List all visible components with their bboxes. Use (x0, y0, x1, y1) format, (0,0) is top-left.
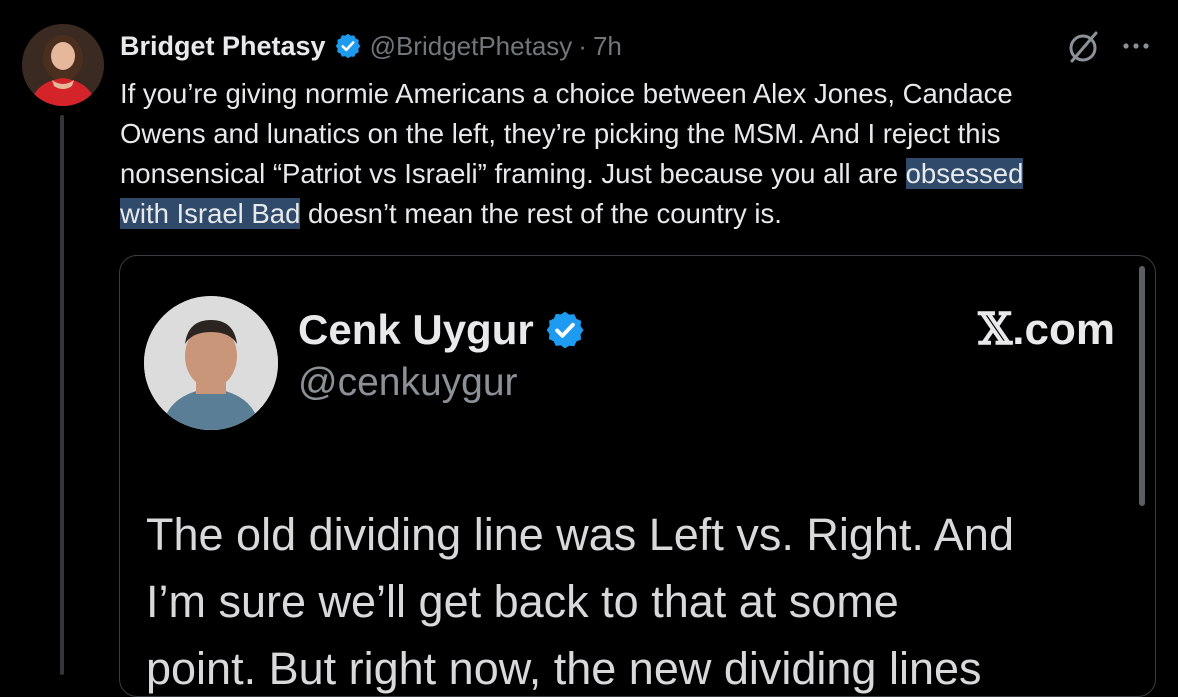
text-segment: Owens and lunatics on the left, they’re … (120, 118, 1001, 149)
tweet-header: Bridget Phetasy @BridgetPhetasy · 7h (120, 28, 622, 64)
timestamp[interactable]: 7h (593, 31, 622, 62)
handle[interactable]: @BridgetPhetasy (370, 31, 573, 62)
site-suffix: .com (1012, 305, 1115, 354)
avatar-image (22, 24, 104, 106)
verified-badge-icon (335, 33, 360, 59)
scrollbar[interactable] (1139, 266, 1145, 506)
tweet-text-line: with Israel Bad doesn’t mean the rest of… (120, 194, 1160, 234)
display-name[interactable]: Bridget Phetasy (120, 31, 326, 62)
thread-line (60, 115, 64, 675)
quote-body-line: point. But right now, the new dividing l… (146, 643, 982, 694)
more-icon[interactable] (1118, 32, 1154, 60)
text-segment: doesn’t mean the rest of the country is. (300, 198, 782, 229)
selected-text: obsessed (905, 158, 1024, 189)
quote-body-line: I’m sure we’ll get back to that at some (146, 576, 899, 627)
quoted-tweet-image[interactable]: Cenk Uygur @cenkuygur 𝕏.com The old divi… (119, 255, 1156, 697)
x-logo-icon: 𝕏 (978, 304, 1013, 355)
quote-body: The old dividing line was Left vs. Right… (146, 501, 1136, 696)
quote-display-name: Cenk Uygur (298, 306, 534, 353)
avatar[interactable] (22, 24, 104, 106)
quote-name-row: Cenk Uygur (298, 306, 586, 354)
grok-icon[interactable] (1064, 28, 1102, 66)
quote-handle: @cenkuygur (298, 361, 518, 404)
quote-body-line: The old dividing line was Left vs. Right… (146, 509, 1014, 560)
text-segment: nonsensical “Patriot vs Israeli” framing… (120, 158, 906, 189)
verified-badge-icon (546, 311, 584, 349)
selected-text: with Israel Bad (120, 198, 301, 229)
separator: · (578, 30, 587, 61)
tweet-text-line: If you’re giving normie Americans a choi… (120, 74, 1160, 114)
x-com-logo: 𝕏.com (978, 304, 1115, 355)
tweet-text: If you’re giving normie Americans a choi… (120, 74, 1160, 234)
tweet-text-line: nonsensical “Patriot vs Israeli” framing… (120, 154, 1160, 194)
quote-avatar-image (144, 296, 278, 430)
quote-avatar (144, 296, 278, 430)
tweet-text-line: Owens and lunatics on the left, they’re … (120, 114, 1160, 154)
text-segment: If you’re giving normie Americans a choi… (120, 78, 1013, 109)
